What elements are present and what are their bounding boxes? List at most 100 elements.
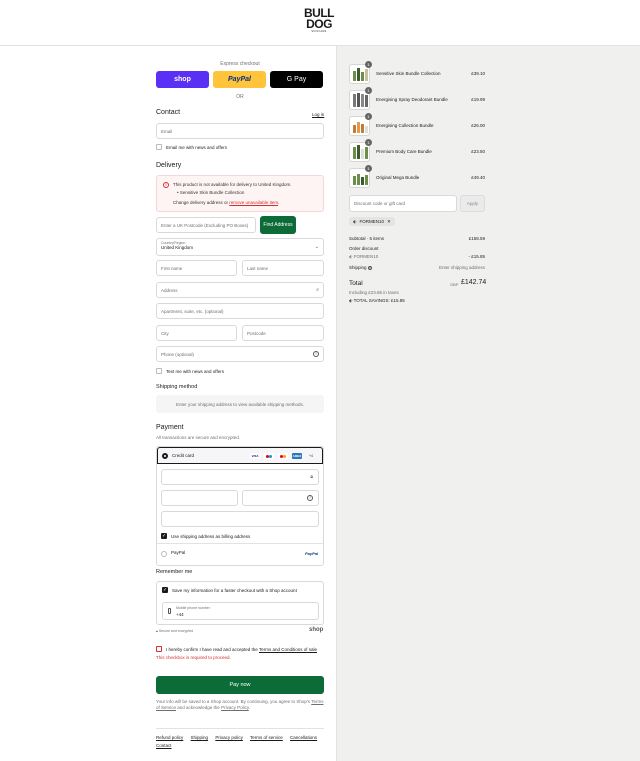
secure-note: 🔒︎ Secure and encrypted <box>156 629 193 633</box>
city-field[interactable]: City <box>156 325 237 341</box>
privacy-policy-link[interactable]: Privacy policy <box>215 735 243 740</box>
alert-icon: ! <box>163 182 169 188</box>
quantity-badge: 1 <box>365 87 372 94</box>
country-select[interactable]: Country/Region United Kingdom ⌄ <box>156 238 324 256</box>
text-me-label: Text me with news and offers <box>166 369 224 374</box>
phone-field[interactable]: Phone (optional) ? <box>156 346 324 362</box>
shipping-method-heading: Shipping method <box>156 384 198 390</box>
more-cards-badge: +4 <box>309 454 313 458</box>
first-name-field[interactable]: First name <box>156 260 237 276</box>
disclaimer-end: . <box>248 705 251 710</box>
item-name: Energising Collection Bundle <box>376 123 434 128</box>
help-icon[interactable]: ? <box>313 351 319 357</box>
text-me-checkbox[interactable] <box>156 368 162 374</box>
credit-card-radio[interactable] <box>162 453 168 459</box>
or-divider: OR <box>236 94 244 100</box>
item-price: £19.99 <box>471 97 485 102</box>
logo-line-2: DOG <box>306 17 332 31</box>
cart-item: 1 Energising Spray Deodorant Bundle £19.… <box>349 87 485 110</box>
quantity-badge: 1 <box>365 61 372 68</box>
shop-logo: shop <box>309 627 324 633</box>
delivery-alert: ! This product is not available for deli… <box>156 175 324 212</box>
terms-of-service-link[interactable]: Terms of service <box>250 735 283 740</box>
cart-item: 1 Premium Body Care Bundle £23.50 <box>349 139 485 162</box>
phone-placeholder: Phone (optional) <box>161 351 195 357</box>
item-name: Premium Body Care Bundle <box>376 149 432 154</box>
disclaimer-text: Your info will be saved to a Shop accoun… <box>156 699 311 704</box>
cancellations-link[interactable]: Cancellations <box>290 735 317 740</box>
footer-links: Refund policy Shipping Privacy policy Te… <box>156 734 324 750</box>
remove-discount-icon[interactable]: ✕ <box>387 219 391 225</box>
name-on-card-field[interactable] <box>161 511 319 527</box>
card-number-field[interactable]: 🔒︎ <box>161 469 319 485</box>
google-pay-button[interactable]: G Pay <box>270 71 323 88</box>
paypal-radio[interactable] <box>161 551 167 557</box>
subtotal-value: £158.59 <box>468 236 485 241</box>
shop-disclaimer: Your info will be saved to a Shop accoun… <box>156 699 324 711</box>
lock-icon: 🔒︎ <box>310 474 313 480</box>
shipping-row: Shipping ? Enter shipping address <box>349 265 485 270</box>
mobile-label: Mobile phone number <box>176 606 210 610</box>
save-info-checkbox[interactable]: ✓ <box>162 587 168 593</box>
search-icon: ⌕ <box>316 287 319 293</box>
shipping-label: Shipping <box>349 265 367 270</box>
terms-checkbox[interactable] <box>156 646 162 652</box>
save-info-label: Save my information for a faster checkou… <box>172 588 297 593</box>
subtotal-row: Subtotal · 5 items £158.59 <box>349 236 485 241</box>
item-price: £26.00 <box>471 123 485 128</box>
disclaimer-and: and acknowledge the <box>177 705 220 710</box>
secure-text: Secure and encrypted <box>158 629 194 633</box>
postcode-lookup-field[interactable]: Enter a UK Postcode (Excluding PO Boxes) <box>156 217 256 233</box>
pay-now-button[interactable]: Pay now <box>156 676 324 694</box>
shop-privacy-link[interactable]: Privacy Policy <box>221 705 249 710</box>
total-value: £142.74 <box>461 279 487 286</box>
terms-link[interactable]: Terms and Conditions of sale <box>259 647 317 652</box>
brand-logo[interactable]: BULL DOG SKINCARE <box>303 7 335 38</box>
paypal-logo: PayPal <box>305 551 319 556</box>
maestro-icon <box>264 453 274 459</box>
email-field[interactable]: Email <box>156 123 324 139</box>
security-code-field[interactable]: ? <box>242 490 319 506</box>
refund-policy-link[interactable]: Refund policy <box>156 735 183 740</box>
apartment-field[interactable]: Apartment, suite, etc. (optional) <box>156 303 324 319</box>
remember-heading: Remember me <box>156 569 193 575</box>
shipping-link[interactable]: Shipping <box>191 735 209 740</box>
shipping-value: Enter shipping address <box>438 265 485 270</box>
help-icon[interactable]: ? <box>307 495 313 501</box>
lock-icon: 🔒︎ <box>156 629 158 633</box>
paypal-button[interactable]: PayPal <box>213 71 266 88</box>
remove-unavailable-link[interactable]: remove unavailable item <box>229 200 278 205</box>
total-label: Total <box>349 280 363 287</box>
help-icon[interactable]: ? <box>367 266 372 270</box>
apply-button[interactable]: Apply <box>460 195 485 212</box>
login-link[interactable]: Log in <box>312 112 324 117</box>
credit-card-option[interactable]: Credit card VISA AMEX +4 <box>157 447 323 464</box>
find-address-button[interactable]: Find Address <box>260 216 296 234</box>
address-field[interactable]: Address ⌕ <box>156 282 324 298</box>
news-checkbox[interactable] <box>156 144 162 150</box>
item-name: Original Mega Bundle <box>376 175 420 180</box>
header: BULL DOG SKINCARE <box>0 0 640 46</box>
cart-item: 1 Energising Collection Bundle £26.00 <box>349 113 485 136</box>
last-name-field[interactable]: Last name <box>242 260 324 276</box>
contact-link[interactable]: Contact <box>156 743 172 748</box>
discount-code-field[interactable]: Discount code or gift card <box>349 195 457 212</box>
terms-text: I hereby confirm I have read and accepte… <box>166 647 258 652</box>
remember-me-box: ✓ Save my information for a faster check… <box>156 581 324 625</box>
billing-checkbox[interactable]: ✓ <box>161 533 167 539</box>
contact-heading: Contact <box>156 109 181 116</box>
discount-row: ⬖ FORMEN10 - £15.85 <box>349 254 485 260</box>
item-price: £49.40 <box>471 175 485 180</box>
chevron-down-icon: ⌄ <box>314 244 319 250</box>
quantity-badge: 1 <box>365 165 372 172</box>
discount-code: FORMEN10 <box>353 254 379 259</box>
alert-instruction: Change delivery address or remove unavai… <box>173 200 279 205</box>
payment-heading: Payment <box>156 424 184 431</box>
expiry-field[interactable] <box>161 490 238 506</box>
item-name: Energising Spray Deodorant Bundle <box>376 97 448 102</box>
shop-pay-button[interactable]: shop <box>156 71 209 88</box>
postcode-field[interactable]: Postcode <box>242 325 324 341</box>
mobile-field[interactable]: Mobile phone number +44 <box>162 602 319 620</box>
total-savings: ⬖ TOTAL SAVINGS: £15.85 <box>349 298 405 304</box>
divider <box>157 543 323 544</box>
